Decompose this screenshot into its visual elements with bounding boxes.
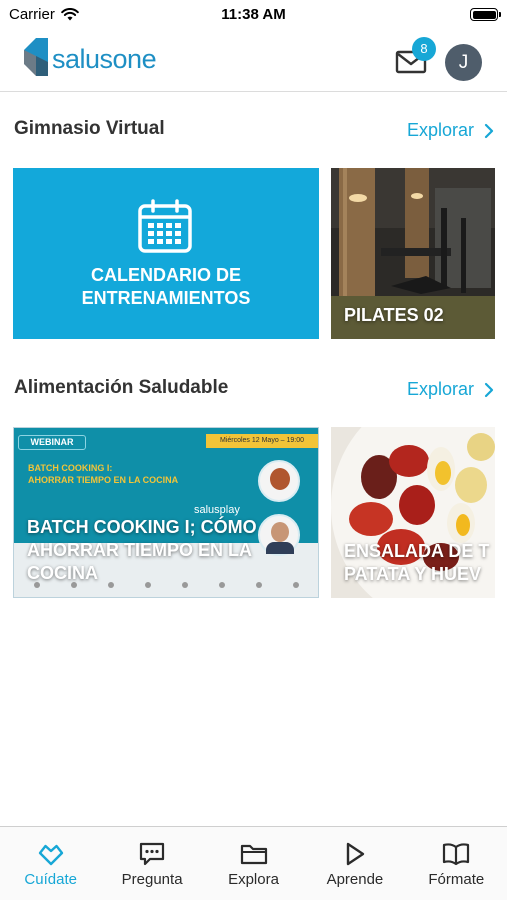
tab-formate[interactable]: Fórmate: [406, 827, 507, 900]
card-batch-cooking[interactable]: WEBINAR Miércoles 12 Mayo – 19:00 BATCH …: [13, 427, 319, 598]
webinar-tag: WEBINAR: [18, 435, 86, 450]
salusplay-brand: salusplay: [194, 504, 240, 516]
card-ensalada[interactable]: ENSALADA DE T PATATA Y HUEV: [331, 427, 495, 598]
user-avatar[interactable]: J: [445, 44, 482, 81]
tab-cuidate[interactable]: Cuídate: [0, 827, 101, 900]
salusone-logo: salusone: [24, 38, 157, 76]
tab-label: Explora: [228, 871, 279, 888]
heart-diamond-icon: [38, 844, 63, 866]
section-title-gimnasio: Gimnasio Virtual: [14, 118, 165, 139]
section-title-alimentacion: Alimentación Saludable: [14, 377, 229, 398]
card-pilates[interactable]: PILATES 02: [331, 168, 495, 339]
chevron-right-icon: [484, 382, 494, 397]
explore-label: Explorar: [406, 379, 474, 399]
tab-label: Fórmate: [428, 871, 485, 888]
status-time: 11:38 AM: [221, 6, 286, 23]
tab-label: Cuídate: [24, 871, 77, 888]
card-title: CALENDARIO DE ENTRENAMIENTOS: [81, 265, 251, 308]
messages-count-badge: 8: [412, 37, 436, 61]
explore-link-alimentacion[interactable]: Explorar: [407, 379, 494, 400]
tab-label: Aprende: [326, 871, 384, 888]
battery-icon: [470, 8, 501, 21]
chat-bubble-icon: [140, 842, 165, 866]
logo-mark-icon: [24, 38, 48, 76]
bottom-tab-bar: Cuídate Pregunta Explora Aprende Fórmate: [0, 826, 507, 900]
tab-explora[interactable]: Explora: [203, 827, 304, 900]
folder-icon: [240, 844, 267, 865]
explore-label: Explorar: [406, 120, 474, 140]
webinar-subtitle: BATCH COOKING I: AHORRAR TIEMPO EN LA CO…: [28, 463, 179, 485]
webinar-date: Miércoles 12 Mayo – 19:00: [206, 434, 318, 448]
card-title: PILATES 02: [344, 305, 444, 325]
explore-link-gimnasio[interactable]: Explorar: [407, 120, 494, 141]
play-icon: [346, 842, 365, 866]
tab-pregunta[interactable]: Pregunta: [101, 827, 202, 900]
calendar-icon: [138, 199, 192, 253]
card-calendario[interactable]: CALENDARIO DE ENTRENAMIENTOS: [13, 168, 319, 339]
card-title: ENSALADA DE T PATATA Y HUEV: [344, 541, 490, 584]
chevron-right-icon: [484, 123, 494, 138]
card-title: BATCH COOKING I; CÓMO AHORRAR TIEMPO EN …: [27, 517, 257, 583]
book-icon: [443, 843, 470, 866]
app-header: salusone 8 J: [0, 28, 507, 92]
tab-label: Pregunta: [121, 871, 183, 888]
speaker-photo-1: [258, 460, 300, 502]
logo-text: salusone: [52, 44, 157, 74]
status-bar: Carrier 11:38 AM: [0, 0, 507, 28]
tab-aprende[interactable]: Aprende: [304, 827, 405, 900]
